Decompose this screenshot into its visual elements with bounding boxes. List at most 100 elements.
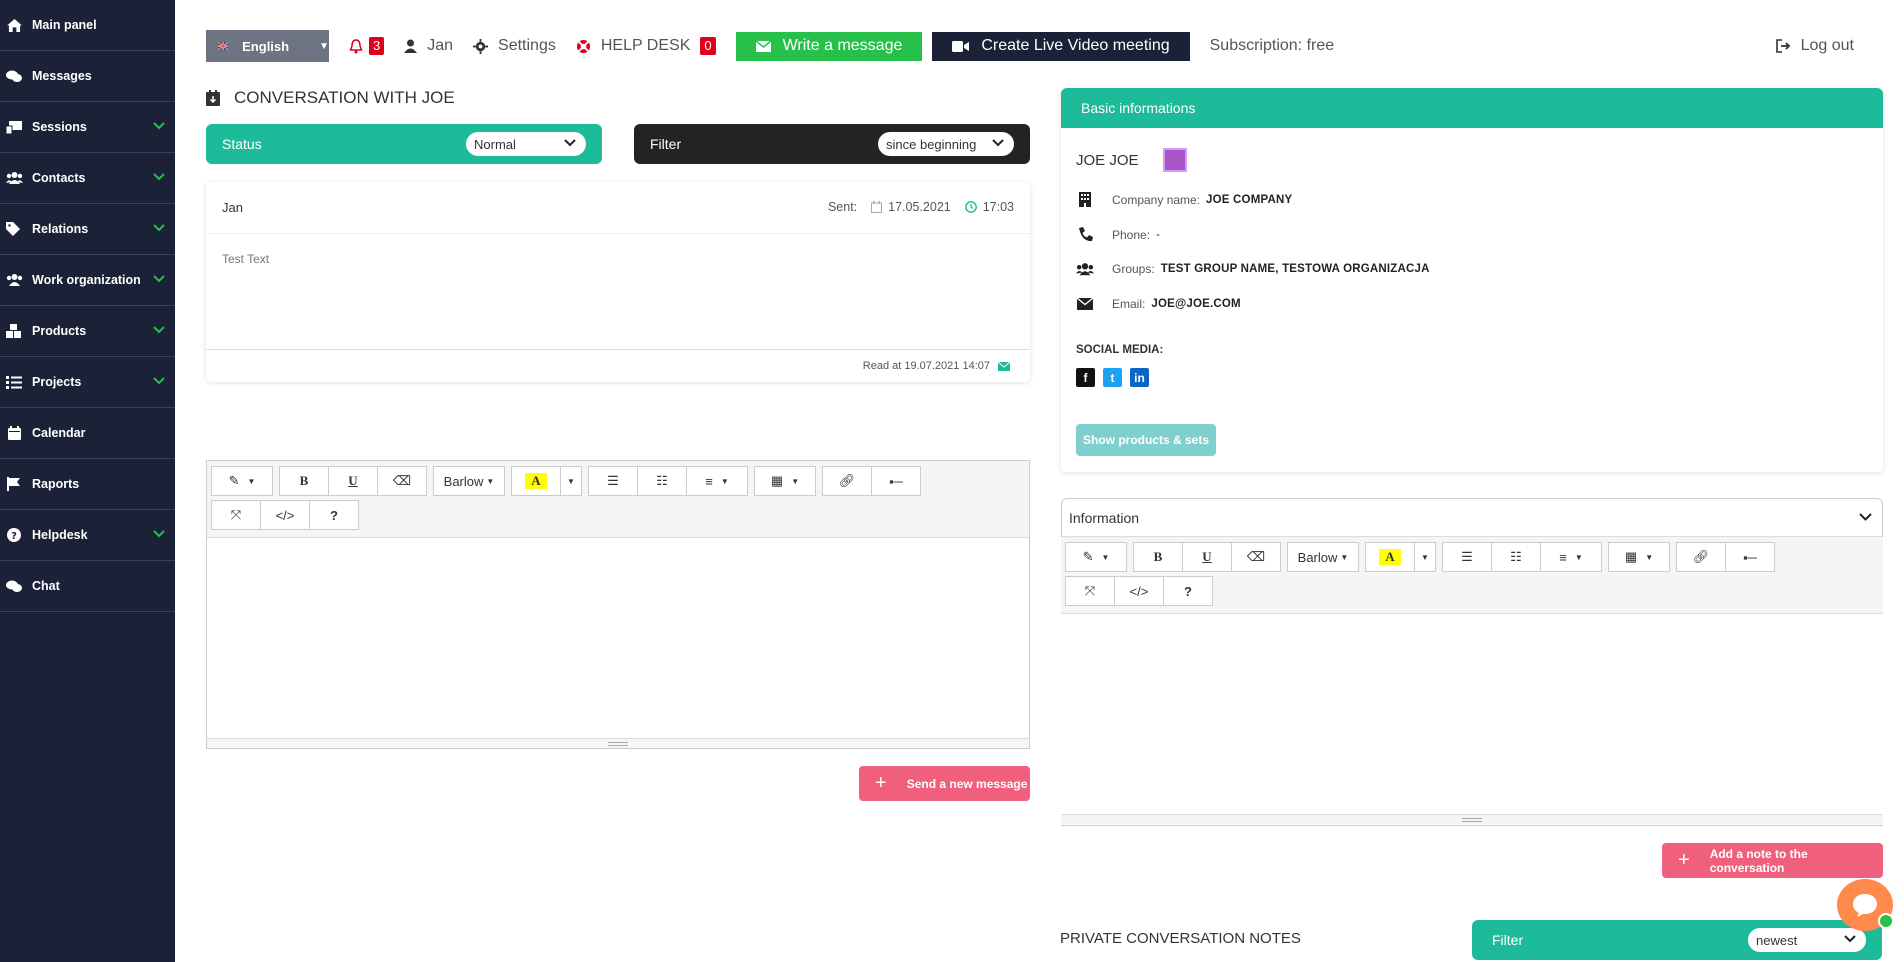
caret-down-icon: ▼	[319, 40, 329, 52]
sidebar-item-sessions[interactable]: Sessions	[0, 102, 175, 153]
facebook-icon[interactable]: f	[1076, 368, 1095, 387]
building-icon	[1076, 192, 1094, 207]
sidebar-item-products[interactable]: Products	[0, 306, 175, 357]
highlight-icon: A	[1379, 549, 1401, 565]
fullscreen-button[interactable]: ⤧	[1065, 576, 1115, 606]
sidebar-item-messages[interactable]: Messages	[0, 51, 175, 102]
company-label: Company name:	[1112, 192, 1201, 207]
comments-icon	[4, 68, 24, 84]
resize-handle[interactable]	[1061, 814, 1883, 824]
highlight-dropdown[interactable]: ▼	[1414, 542, 1436, 572]
user-menu[interactable]: Jan	[404, 37, 453, 55]
linkedin-icon[interactable]: in	[1130, 368, 1149, 387]
help-button[interactable]: ?	[309, 500, 359, 530]
font-name: Barlow	[443, 473, 484, 489]
plus-icon: +	[875, 772, 887, 794]
notifications-badge: 3	[369, 37, 385, 55]
link-button[interactable]: 🔗︎	[1676, 542, 1726, 572]
page-title: CONVERSATION WITH JOE	[206, 88, 455, 108]
list-ol-icon: ☷	[656, 473, 668, 488]
sessions-icon	[4, 119, 24, 135]
align-icon: ≡	[705, 473, 713, 489]
filter-bar: Filter since beginning	[634, 124, 1030, 164]
filter-select[interactable]: since beginning	[878, 132, 1014, 156]
note-textarea[interactable]	[1061, 614, 1883, 814]
highlight-icon: A	[525, 473, 547, 489]
sidebar-item-main-panel[interactable]: Main panel	[0, 0, 175, 51]
send-message-button[interactable]: + Send a new message	[859, 766, 1030, 801]
highlight-button[interactable]: A	[511, 466, 561, 496]
write-message-button[interactable]: Write a message	[735, 31, 923, 61]
bold-button[interactable]: B	[279, 466, 329, 496]
online-status-dot	[1878, 913, 1894, 929]
bullet-list-button[interactable]: ☰	[588, 466, 638, 496]
table-button[interactable]: ▦ ▼	[1608, 542, 1670, 572]
helpdesk-badge: 0	[700, 37, 716, 55]
logout-button[interactable]: Log out	[1775, 37, 1854, 55]
sidebar-item-contacts[interactable]: Contacts	[0, 153, 175, 204]
social-media-label: SOCIAL MEDIA:	[1076, 344, 1164, 356]
underline-button[interactable]: U	[328, 466, 378, 496]
numbered-list-button[interactable]: ☷	[637, 466, 687, 496]
resize-handle[interactable]	[207, 738, 1029, 748]
eraser-button[interactable]: ⌫	[377, 466, 427, 496]
editor-toolbar: ✎ ▼ B U ⌫ Barlow ▼ A ▼ ☰ ☷ ≡ ▼ ▦ ▼ 🔗︎ ▪︎─	[207, 461, 1029, 538]
fullscreen-button[interactable]: ⤧	[211, 500, 261, 530]
create-meeting-button[interactable]: Create Live Video meeting	[932, 31, 1190, 61]
envelope-icon	[755, 40, 771, 52]
table-button[interactable]: ▦ ▼	[754, 466, 816, 496]
highlight-button[interactable]: A	[1365, 542, 1415, 572]
sidebar-item-relations[interactable]: Relations	[0, 204, 175, 255]
sidebar-item-work-organization[interactable]: Work organization	[0, 255, 175, 306]
hr-button[interactable]: ▪︎─	[1725, 542, 1775, 572]
user-icon	[404, 39, 418, 53]
show-products-button[interactable]: Show products & sets	[1076, 424, 1216, 456]
highlight-dropdown[interactable]: ▼	[560, 466, 582, 496]
hr-button[interactable]: ▪︎─	[871, 466, 921, 496]
chat-bubble-icon	[1853, 894, 1877, 917]
sidebar-item-calendar[interactable]: Calendar	[0, 408, 175, 459]
link-icon: 🔗︎	[1692, 549, 1710, 564]
chevron-down-icon	[564, 139, 576, 147]
font-select[interactable]: Barlow ▼	[433, 466, 505, 496]
notes-filter-select[interactable]: newest	[1748, 928, 1866, 952]
bold-button[interactable]: B	[1133, 542, 1183, 572]
twitter-icon[interactable]: t	[1103, 368, 1122, 387]
help-button[interactable]: ?	[1163, 576, 1213, 606]
link-button[interactable]: 🔗︎	[822, 466, 872, 496]
code-view-button[interactable]: </>	[1114, 576, 1164, 606]
sidebar-item-helpdesk[interactable]: ? Helpdesk	[0, 510, 175, 561]
code-view-button[interactable]: </>	[260, 500, 310, 530]
sidebar-item-projects[interactable]: Projects	[0, 357, 175, 408]
font-select[interactable]: Barlow ▼	[1287, 542, 1359, 572]
sidebar-item-raports[interactable]: Raports	[0, 459, 175, 510]
expand-icon: ⤧	[1084, 583, 1096, 598]
message-body: Test Text	[222, 252, 270, 266]
expand-icon: ⤧	[230, 507, 242, 522]
underline-button[interactable]: U	[1182, 542, 1232, 572]
numbered-list-button[interactable]: ☷	[1491, 542, 1541, 572]
language-select[interactable]: English ▼	[206, 30, 329, 62]
status-select[interactable]: Normal	[466, 132, 586, 156]
align-button[interactable]: ≡ ▼	[1540, 542, 1602, 572]
contact-name: JOE JOE	[1076, 148, 1187, 172]
message-textarea[interactable]	[207, 538, 1029, 738]
link-icon: 🔗︎	[838, 473, 856, 488]
bullet-list-button[interactable]: ☰	[1442, 542, 1492, 572]
subscription-status: Subscription: free	[1209, 37, 1335, 54]
svg-text:?: ?	[11, 531, 17, 542]
eraser-button[interactable]: ⌫	[1231, 542, 1281, 572]
notifications-button[interactable]: 3	[349, 37, 385, 55]
table-icon: ▦	[1624, 549, 1638, 564]
settings-link[interactable]: Settings	[473, 37, 556, 55]
table-icon: ▦	[770, 473, 784, 488]
style-button[interactable]: ✎ ▼	[211, 466, 273, 496]
style-button[interactable]: ✎ ▼	[1065, 542, 1127, 572]
helpdesk-link[interactable]: HELP DESK 0	[576, 37, 716, 55]
information-header[interactable]: Information	[1062, 499, 1882, 537]
align-button[interactable]: ≡ ▼	[686, 466, 748, 496]
gear-icon	[473, 38, 489, 54]
add-note-button[interactable]: + Add a note to the conversation	[1662, 843, 1883, 878]
sidebar-item-chat[interactable]: Chat	[0, 561, 175, 612]
avatar[interactable]	[1162, 148, 1187, 172]
